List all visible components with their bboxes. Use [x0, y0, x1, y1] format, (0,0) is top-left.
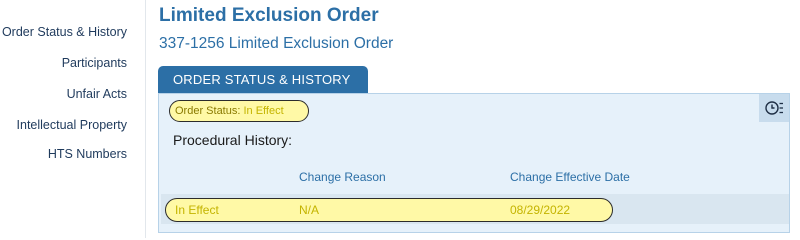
- sidebar-item-intellectual-property[interactable]: Intellectual Property: [0, 118, 145, 132]
- page-title: Limited Exclusion Order: [159, 5, 379, 26]
- history-toggle-button[interactable]: [759, 94, 789, 122]
- page-subtitle: 337-1256 Limited Exclusion Order: [159, 35, 394, 52]
- column-header-change-reason: Change Reason: [299, 170, 386, 184]
- procedural-history-heading: Procedural History:: [173, 132, 293, 148]
- cell-change-effective-date: 08/29/2022: [510, 203, 571, 217]
- column-header-change-effective-date: Change Effective Date: [510, 170, 630, 184]
- tab-order-status-history[interactable]: ORDER STATUS & HISTORY: [158, 66, 368, 93]
- order-status-badge: Order Status: In Effect: [169, 100, 309, 122]
- sidebar-item-unfair-acts[interactable]: Unfair Acts: [0, 87, 145, 101]
- sidebar-item-order-status-history[interactable]: Order Status & History: [0, 25, 145, 39]
- order-status-label: Order Status:: [175, 105, 241, 117]
- order-status-value: In Effect: [243, 105, 284, 117]
- order-status-panel: Order Status: In Effect Procedural Histo…: [158, 93, 790, 233]
- sidebar-item-participants[interactable]: Participants: [0, 56, 145, 70]
- sidebar-nav: Order Status & History Participants Unfa…: [0, 0, 146, 238]
- history-clock-icon: [765, 101, 783, 115]
- sidebar-item-hts-numbers[interactable]: HTS Numbers: [0, 147, 145, 161]
- cell-change-reason: N/A: [299, 203, 320, 217]
- cell-status: In Effect: [175, 203, 219, 217]
